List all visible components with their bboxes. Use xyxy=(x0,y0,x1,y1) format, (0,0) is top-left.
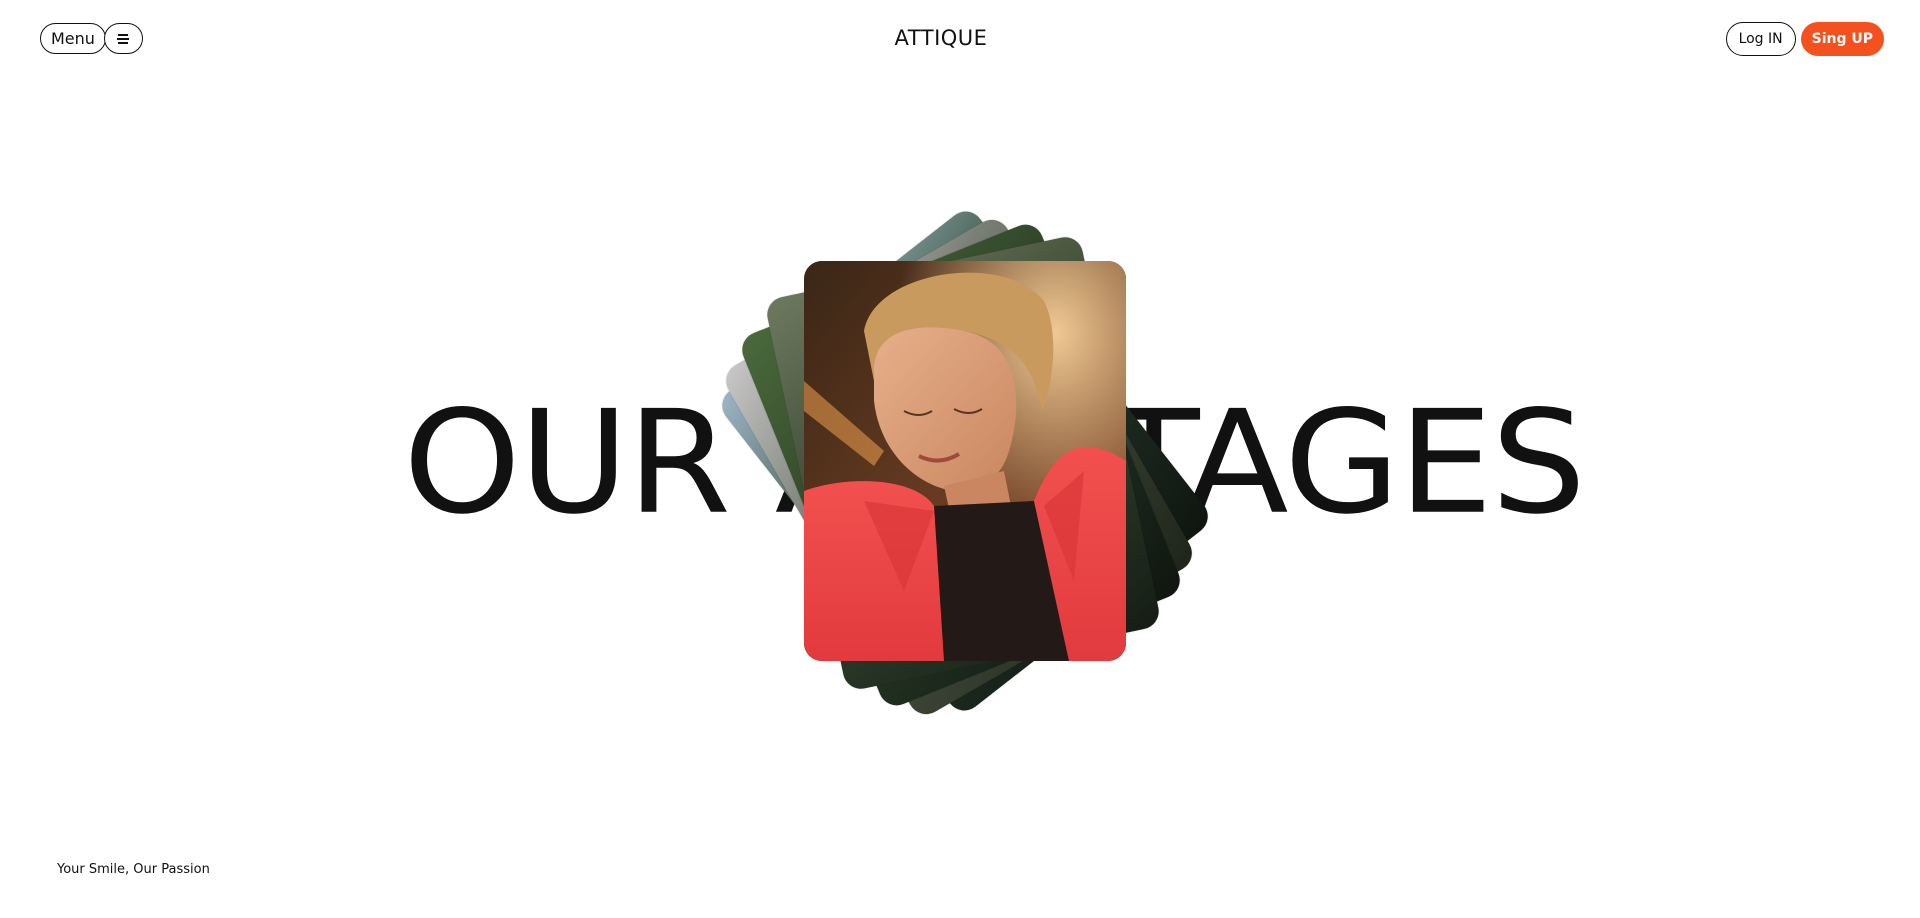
page: Menu ATTIQUE Log IN Sing UP OUR A TAGES xyxy=(0,0,1920,918)
hero-title-right: TAGES xyxy=(1108,380,1586,546)
hero-title-left: OUR A xyxy=(403,380,877,546)
signup-button[interactable]: Sing UP xyxy=(1800,22,1884,56)
login-button-label: Log IN xyxy=(1738,31,1783,47)
login-button[interactable]: Log IN xyxy=(1725,22,1796,56)
auth-group: Log IN Sing UP xyxy=(1725,22,1884,56)
photo-card-stack xyxy=(0,0,1920,918)
signup-button-label: Sing UP xyxy=(1811,31,1873,47)
tagline: Your Smile, Our Passion xyxy=(57,862,210,877)
brand-logo[interactable]: ATTIQUE xyxy=(0,26,1882,50)
